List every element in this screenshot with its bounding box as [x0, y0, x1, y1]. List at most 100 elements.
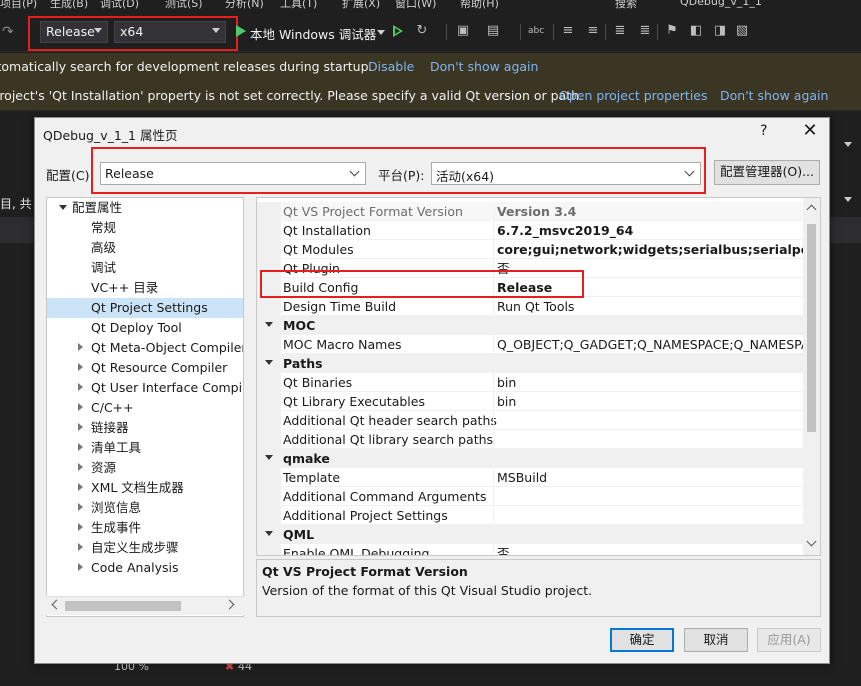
tree-item[interactable]: XML 文档生成器 [47, 478, 243, 498]
property-value[interactable]: Version 3.4 [493, 202, 803, 221]
uncomment-icon[interactable]: ≡ [585, 23, 601, 39]
tree-item[interactable]: 配置属性 [47, 198, 243, 218]
collapse-caret-icon[interactable] [265, 322, 273, 327]
grid-vertical-scrollbar[interactable] [803, 198, 820, 555]
property-row[interactable]: Additional Qt header search paths [257, 411, 803, 430]
redo-icon[interactable]: ↷ [2, 24, 14, 40]
tree-item[interactable]: Code Analysis [47, 558, 243, 578]
tree-item[interactable]: Qt User Interface Compiler [47, 378, 243, 398]
comment-icon[interactable]: ≡ [560, 23, 576, 39]
tree-item[interactable]: 自定义生成步骤 [47, 538, 243, 558]
menu-item[interactable]: 项目(P) [0, 0, 37, 10]
prev-bookmark-icon[interactable]: ◧ [688, 23, 704, 39]
collapsed-caret-icon[interactable] [78, 543, 83, 551]
dont-show-again-link[interactable]: Don't show again [720, 88, 828, 103]
property-value[interactable]: 6.7.2_msvc2019_64 [493, 221, 803, 240]
ok-button[interactable]: 确定 [610, 628, 674, 652]
collapsed-caret-icon[interactable] [78, 343, 83, 351]
outdent-icon[interactable]: ≣ [637, 23, 653, 39]
property-value[interactable]: bin [493, 373, 803, 392]
collapsed-caret-icon[interactable] [78, 523, 83, 531]
folder-icon[interactable]: ▣ [455, 23, 471, 39]
collapsed-caret-icon[interactable] [78, 563, 83, 571]
apply-button[interactable]: 应用(A) [757, 628, 821, 652]
scroll-left-icon[interactable] [51, 599, 62, 610]
scrollbar-thumb[interactable] [807, 224, 816, 432]
property-value[interactable] [493, 411, 803, 430]
chevron-down-icon[interactable] [844, 197, 852, 202]
tree-item[interactable]: Qt Meta-Object Compiler [47, 338, 243, 358]
help-button[interactable]: ? [760, 123, 767, 139]
tree-item[interactable]: 清单工具 [47, 438, 243, 458]
collapsed-caret-icon[interactable] [78, 423, 83, 431]
menu-item[interactable]: 分析(N) [225, 0, 264, 10]
tree-item[interactable]: 浏览信息 [47, 498, 243, 518]
chevron-down-icon[interactable] [844, 142, 852, 147]
collapse-caret-icon[interactable] [265, 455, 273, 460]
property-row[interactable]: MOC Macro Names Q_OBJECT;Q_GADGET;Q_NAMES… [257, 335, 803, 354]
property-row[interactable]: Additional Qt library search paths [257, 430, 803, 449]
category-header[interactable]: QML [257, 525, 803, 544]
menu-item[interactable]: 生成(B) [50, 0, 88, 10]
clear-bookmarks-icon[interactable]: ▧ [734, 23, 750, 39]
dont-show-again-link[interactable]: Don't show again [430, 59, 538, 74]
run-target-label[interactable]: 本地 Windows 调试器 [250, 24, 376, 43]
property-value[interactable]: 否 [493, 544, 803, 555]
tree-item[interactable]: Qt Project Settings [47, 298, 243, 318]
scrollbar-thumb[interactable] [65, 601, 181, 611]
property-row[interactable]: Enable QML Debugging 否 [257, 544, 803, 555]
collapsed-caret-icon[interactable] [78, 403, 83, 411]
tree-item[interactable]: 资源 [47, 458, 243, 478]
collapse-caret-icon[interactable] [265, 360, 273, 365]
scroll-down-icon[interactable] [806, 536, 817, 547]
window-layout-icon[interactable]: ▤ [485, 23, 501, 39]
tree-item[interactable]: 调试 [47, 258, 243, 278]
chevron-down-icon[interactable] [377, 30, 385, 35]
menu-item[interactable]: 帮助(H) [460, 0, 499, 10]
property-value[interactable]: bin [493, 392, 803, 411]
property-value[interactable] [493, 430, 803, 449]
collapsed-caret-icon[interactable] [78, 383, 83, 391]
tree-item[interactable]: Qt Deploy Tool [47, 318, 243, 338]
property-row[interactable]: Qt Library Executables bin [257, 392, 803, 411]
category-header[interactable]: qmake [257, 449, 803, 468]
config-manager-button[interactable]: 配置管理器(O)... [714, 160, 820, 185]
tree-horizontal-scrollbar[interactable] [46, 596, 244, 615]
property-row[interactable]: Additional Command Arguments [257, 487, 803, 506]
menu-item[interactable]: 窗口(W) [395, 0, 436, 10]
tree-item[interactable]: 高级 [47, 238, 243, 258]
scroll-up-icon[interactable] [806, 204, 817, 215]
tree-item[interactable]: C/C++ [47, 398, 243, 418]
collapsed-caret-icon[interactable] [78, 483, 83, 491]
expanded-caret-icon[interactable] [59, 205, 67, 210]
open-project-properties-link[interactable]: Open project properties [559, 88, 708, 103]
property-row[interactable]: Design Time Build Run Qt Tools [257, 297, 803, 316]
menu-item[interactable]: 搜索 [615, 0, 637, 10]
tree-item[interactable]: 常规 [47, 218, 243, 238]
start-without-debug-icon[interactable] [393, 25, 403, 37]
property-value[interactable]: Run Qt Tools [493, 297, 803, 316]
property-value[interactable]: core;gui;network;widgets;serialbus;seria… [493, 240, 803, 259]
category-header[interactable]: MOC [257, 316, 803, 335]
start-debug-icon[interactable] [236, 25, 246, 37]
property-value[interactable] [493, 487, 803, 506]
property-row[interactable]: Qt Modules core;gui;network;widgets;seria… [257, 240, 803, 259]
property-value[interactable]: MSBuild [493, 468, 803, 487]
scroll-right-icon[interactable] [224, 599, 235, 610]
property-row[interactable]: Additional Project Settings [257, 506, 803, 525]
collapsed-caret-icon[interactable] [78, 503, 83, 511]
menu-item[interactable]: 扩展(X) [342, 0, 380, 10]
menu-item[interactable]: 测试(S) [165, 0, 203, 10]
tree-item[interactable]: VC++ 目录 [47, 278, 243, 298]
category-header[interactable]: Paths [257, 354, 803, 373]
property-row[interactable]: Qt Binaries bin [257, 373, 803, 392]
collapsed-caret-icon[interactable] [78, 463, 83, 471]
tree-item[interactable]: 生成事件 [47, 518, 243, 538]
menu-item[interactable]: 工具(T) [280, 0, 317, 10]
property-row[interactable]: Qt VS Project Format Version Version 3.4 [257, 202, 803, 221]
bookmark-icon[interactable]: ⚑ [664, 23, 680, 39]
menu-item[interactable]: QDebug_v_1_1 [680, 0, 762, 8]
tree-item[interactable]: Qt Resource Compiler [47, 358, 243, 378]
hot-reload-icon[interactable]: ↻ [414, 23, 430, 39]
menu-item[interactable]: 调试(D) [100, 0, 139, 10]
